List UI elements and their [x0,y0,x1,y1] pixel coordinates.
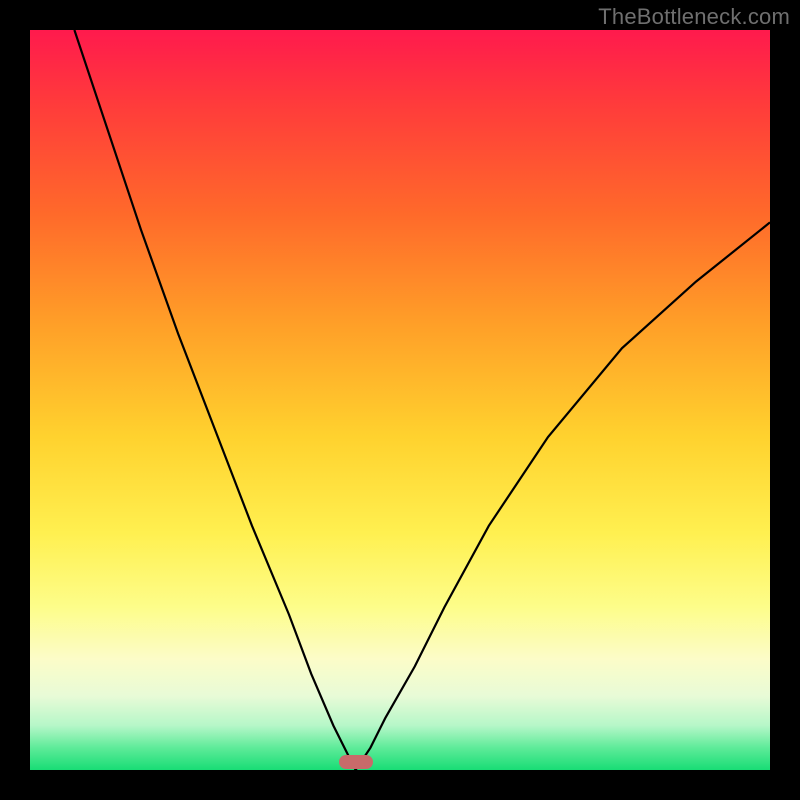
optimum-marker [339,755,373,769]
chart-frame: TheBottleneck.com [0,0,800,800]
watermark-text: TheBottleneck.com [598,4,790,30]
curve-right-branch [356,222,770,770]
curve-left-branch [74,30,355,770]
bottleneck-curve [30,30,770,770]
plot-area [30,30,770,770]
